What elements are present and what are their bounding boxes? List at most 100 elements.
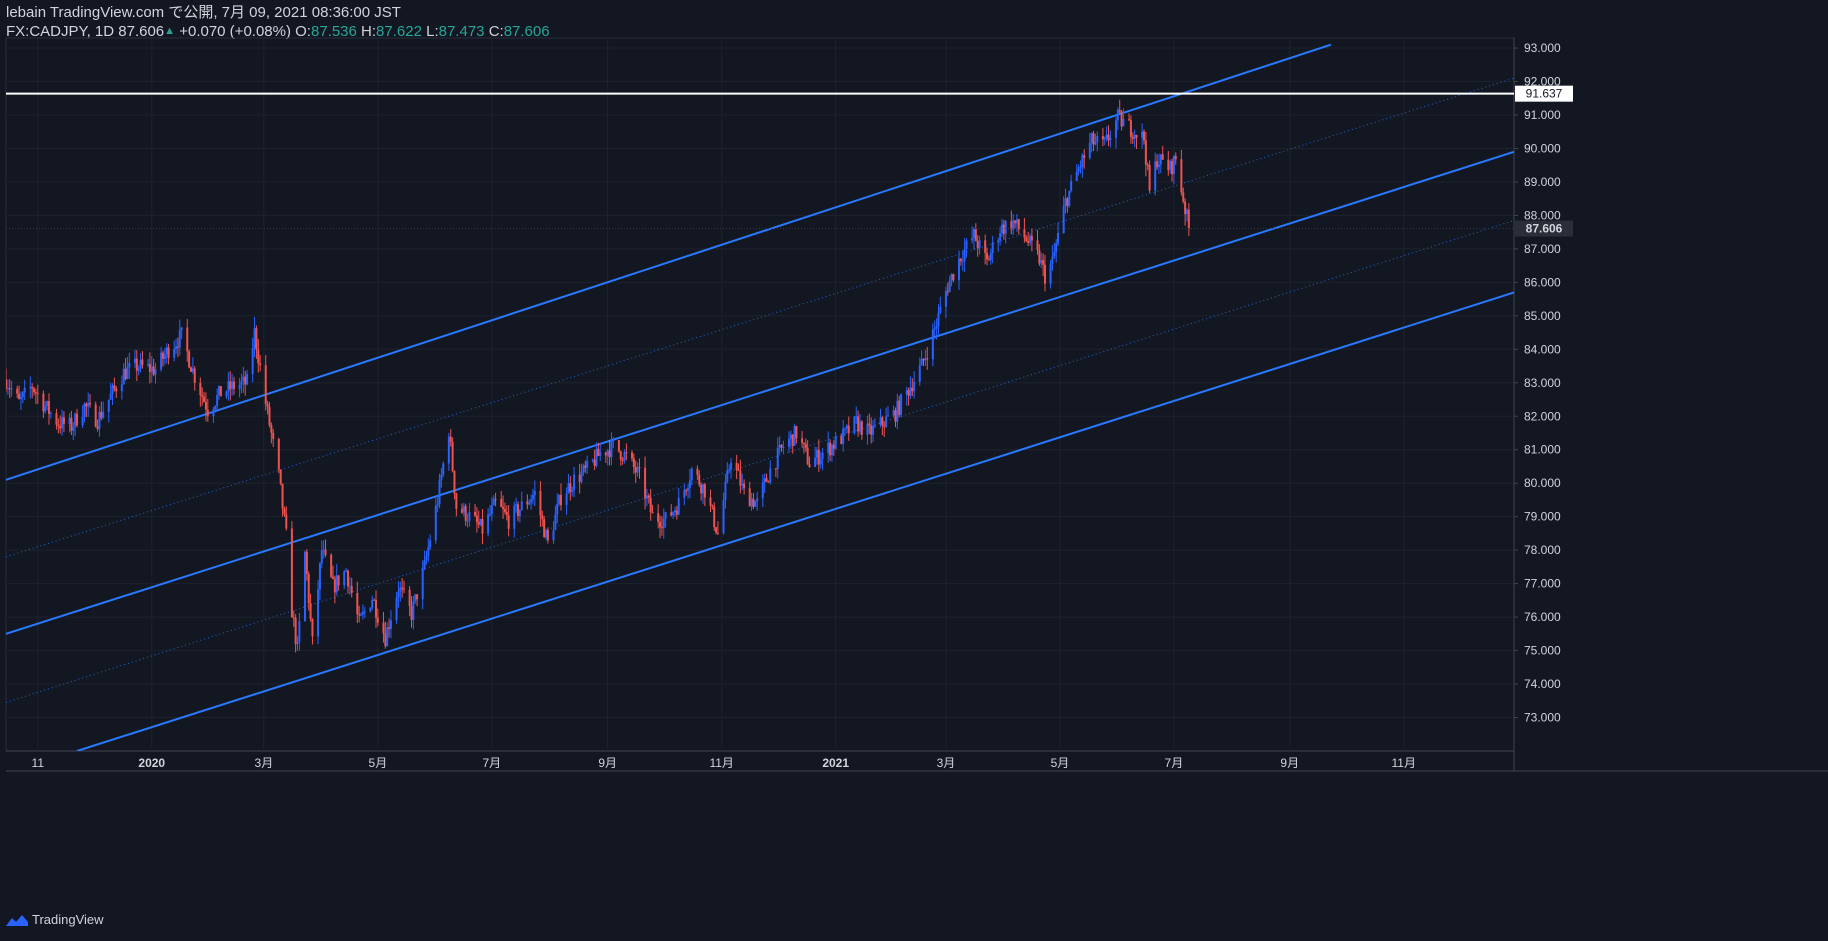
candle (160, 346, 163, 372)
candle (1184, 198, 1187, 226)
candle (984, 234, 987, 265)
candle-body (333, 578, 336, 593)
candle (399, 581, 402, 602)
candle-body (1055, 243, 1058, 252)
candle (161, 350, 164, 367)
candle-body (804, 443, 807, 448)
candle-body (203, 396, 206, 402)
candle (272, 428, 275, 448)
candle (677, 488, 680, 516)
candle-body (935, 326, 938, 329)
candle (1120, 109, 1123, 131)
candle (137, 365, 140, 376)
candle (709, 489, 712, 512)
candle (1083, 149, 1086, 169)
candle-body (703, 484, 706, 498)
candle-body (322, 549, 325, 551)
candle-body (1027, 240, 1030, 243)
candle (660, 516, 663, 536)
candle (1116, 107, 1119, 131)
candle (774, 467, 777, 477)
candle (1040, 252, 1043, 268)
candle (664, 511, 667, 528)
candle (240, 373, 243, 394)
candle-body (109, 393, 112, 400)
candle-body (74, 413, 77, 427)
candle (389, 610, 392, 639)
candle-body (343, 571, 346, 586)
candle (1088, 133, 1091, 160)
candle (191, 357, 194, 375)
candle-body (623, 452, 626, 461)
candle (320, 540, 323, 569)
candle-body (952, 274, 955, 281)
candle-body (403, 588, 406, 590)
candle (634, 460, 637, 483)
candle-body (696, 468, 699, 475)
candle (1187, 203, 1190, 237)
candle (33, 386, 36, 396)
candle-body (948, 280, 951, 293)
candle (1036, 230, 1039, 255)
candle (1109, 130, 1112, 148)
candle (806, 440, 809, 466)
candle-body (913, 381, 916, 392)
candle (1135, 134, 1138, 149)
candle-body (1116, 109, 1119, 121)
candle-body (900, 394, 903, 415)
y-tick-label: 86.000 (1524, 275, 1561, 289)
candle-body (23, 387, 26, 393)
candle-body (582, 465, 585, 472)
candle-body (937, 312, 940, 327)
x-tick-label: 7月 (1165, 756, 1184, 770)
channel-line-4 (6, 219, 1514, 703)
brand-label[interactable]: TradingView (32, 912, 104, 927)
candle-body (218, 386, 221, 395)
candle (412, 595, 415, 630)
y-tick-label: 77.000 (1524, 577, 1561, 591)
candle-body (724, 481, 727, 501)
candle-body (305, 551, 308, 575)
candle-body (776, 447, 779, 469)
candle (46, 400, 49, 411)
candle-body (1185, 209, 1188, 215)
candle (556, 493, 559, 524)
candle-body (1004, 221, 1007, 234)
candle-body (763, 478, 766, 483)
candle (883, 421, 886, 437)
candle-body (453, 470, 456, 494)
candle (421, 560, 424, 610)
candle (821, 447, 824, 471)
candle (617, 440, 620, 453)
y-tick-label: 81.000 (1524, 443, 1561, 457)
candle (186, 318, 189, 362)
candle (464, 503, 467, 526)
candle-body (630, 452, 633, 459)
candle (586, 455, 589, 475)
candle (1182, 187, 1185, 204)
candle (991, 236, 994, 264)
candle-body (636, 467, 639, 473)
candle-body (1002, 224, 1005, 234)
candle (645, 488, 648, 507)
candle-body (808, 464, 811, 467)
candle-body (855, 416, 858, 418)
candle (931, 323, 934, 367)
tradingview-logo-icon[interactable] (6, 913, 28, 927)
candle-body (866, 423, 869, 435)
candle-body (801, 438, 804, 443)
candle (479, 518, 482, 526)
candle-body (847, 425, 850, 434)
candle (1079, 160, 1082, 174)
candle (571, 486, 574, 497)
price-chart[interactable]: 93.00092.00091.00090.00089.00088.00087.0… (0, 0, 1828, 941)
candle (545, 528, 548, 541)
candle (688, 469, 691, 499)
candle-body (388, 627, 391, 629)
candle (277, 437, 280, 474)
candle-body (238, 384, 241, 389)
candle-body (608, 450, 611, 458)
candle (206, 398, 209, 422)
y-tick-label: 93.000 (1524, 41, 1561, 55)
candle-body (481, 519, 484, 534)
